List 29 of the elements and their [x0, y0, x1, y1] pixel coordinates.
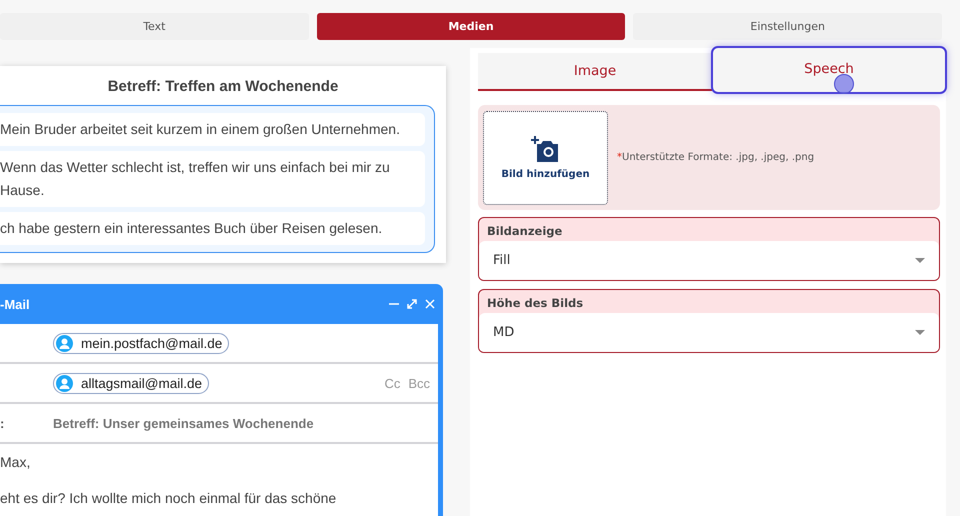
tab[interactable]: Text [0, 13, 309, 40]
add-image-button[interactable]: Bild hinzufügen [483, 110, 608, 204]
sentence-item[interactable]: Mein Bruder arbeitet seit kurzem in einem großen Unternehmen. [0, 113, 425, 146]
format-hint: *Unterstützte Formate: .jpg, .jpeg, .png [617, 152, 814, 163]
dropdown-caret-icon [915, 330, 925, 336]
card-title: Betreff: Treffen am Wochenende [106, 78, 340, 95]
tab[interactable]: Einstellungen [633, 13, 942, 40]
window-title: -Mail [0, 296, 31, 312]
tab[interactable]: Medien [316, 13, 626, 40]
select-label: Höhe des Bilds [486, 295, 584, 312]
expand-icon[interactable] [406, 298, 418, 310]
close-icon[interactable] [424, 298, 436, 310]
subject-text: Betreff: Unser gemeinsames Wochenende [53, 416, 314, 430]
cursor-indicator [834, 74, 854, 94]
sentence-item[interactable]: ch habe gestern ein interessantes Buch über Reisen gelesen. [0, 212, 425, 245]
recipient-chip[interactable]: mein.postfach@mail.de [53, 332, 230, 354]
user-icon [56, 374, 73, 392]
body-text: eht es dir? Ich wollte mich noch einmal für das schöne [0, 490, 338, 506]
add-camera-icon [530, 135, 560, 163]
field-label: : [0, 416, 4, 430]
body-text: Max, [0, 454, 32, 470]
dropdown-caret-icon [915, 258, 925, 264]
select-label: Bildanzeige [486, 223, 564, 240]
recipient-chip[interactable]: alltagsmail@mail.de [53, 372, 209, 394]
sentence-item[interactable]: Wenn das Wetter schlecht ist, treffen wir uns einfach bei mir zu Hause. [0, 151, 425, 207]
tab[interactable]: Speech [712, 47, 946, 93]
select-field[interactable]: MD [479, 313, 939, 352]
user-icon [56, 334, 73, 352]
select-field[interactable]: Fill [479, 241, 939, 280]
